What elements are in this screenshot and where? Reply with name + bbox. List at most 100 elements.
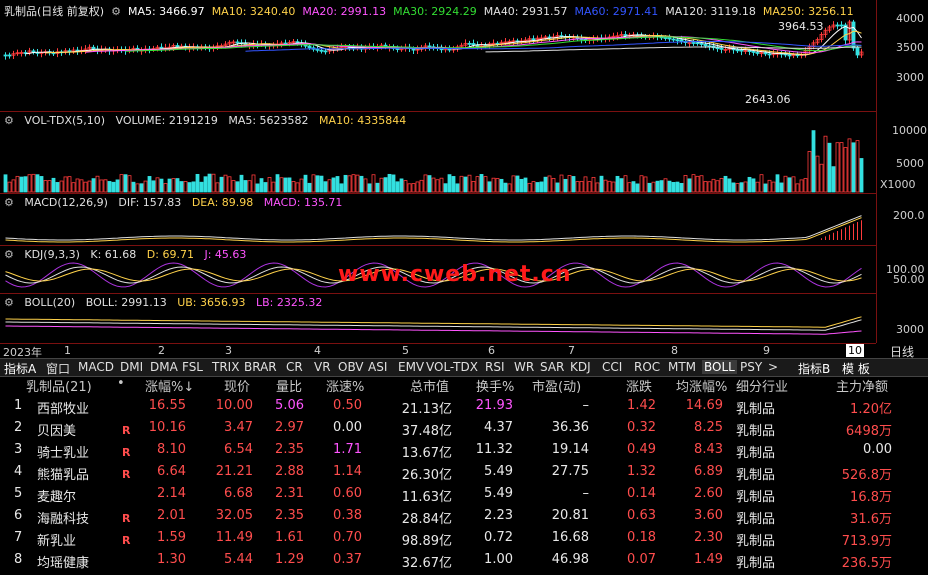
col-header-change[interactable]: 涨幅%↓ bbox=[145, 376, 194, 395]
vol-ma5: MA5: 5623582 bbox=[228, 114, 309, 127]
table-row[interactable]: 3 骑士乳业 R 8.10 6.54 2.35 1.71 13.67亿 11.32 19.14 0.… bbox=[0, 442, 928, 464]
volume-bar bbox=[519, 178, 524, 193]
tab-item[interactable]: DMI bbox=[120, 360, 143, 374]
tab-item[interactable]: PSY bbox=[740, 360, 762, 374]
table-row[interactable]: 6 海融科技 R 2.01 32.05 2.35 0.38 28.84亿 2.23 20.81 0.… bbox=[0, 508, 928, 530]
vol-value: VOLUME: 2191219 bbox=[115, 114, 218, 127]
tab-item[interactable]: BOLL bbox=[702, 360, 737, 374]
cell-flag: R bbox=[122, 446, 131, 459]
col-header-volratio[interactable]: 量比 bbox=[276, 376, 302, 395]
tab-item[interactable]: KDJ bbox=[570, 360, 591, 374]
cell-name: 均瑶健康 bbox=[37, 556, 90, 571]
settings-icon[interactable]: ⚙ bbox=[4, 114, 14, 127]
volume-bar bbox=[703, 181, 708, 193]
volume-bar bbox=[175, 178, 180, 193]
volume-bar bbox=[855, 140, 860, 193]
volume-bar bbox=[615, 175, 620, 193]
table-row[interactable]: 2 贝因美 R 10.16 3.47 2.97 0.00 37.48亿 4.37 36.36 0.3… bbox=[0, 420, 928, 442]
volume-bar bbox=[599, 175, 604, 193]
cell-ind: 乳制品 bbox=[736, 556, 776, 571]
cell-avg: 14.69 bbox=[685, 398, 723, 413]
col-header-netflow[interactable]: 主力净额 bbox=[836, 376, 888, 395]
cell-name: 西部牧业 bbox=[37, 402, 90, 417]
tab-item[interactable]: FSL bbox=[182, 360, 203, 374]
settings-icon[interactable]: ⚙ bbox=[111, 5, 121, 18]
volume-bar bbox=[827, 142, 832, 193]
boll-ub: UB: 3656.93 bbox=[177, 296, 246, 309]
volume-bar bbox=[399, 178, 404, 193]
volume-bar bbox=[575, 181, 580, 193]
col-header-pe[interactable]: 市盈(动) bbox=[532, 376, 581, 395]
tab-item[interactable]: CR bbox=[286, 360, 303, 374]
tab-item[interactable]: MACD bbox=[78, 360, 114, 374]
candle bbox=[691, 42, 696, 44]
col-header-cap[interactable]: 总市值 bbox=[410, 376, 449, 395]
table-row[interactable]: 5 麦趣尔 2.14 6.68 2.31 0.60 11.63亿 5.49 – 0.14 2.60 乳… bbox=[0, 486, 928, 508]
cell-ind: 乳制品 bbox=[736, 402, 776, 417]
volume-bar bbox=[351, 174, 356, 193]
table-row[interactable]: 7 新乳业 R 1.59 11.49 1.61 0.70 98.89亿 0.72 16.68 0.1… bbox=[0, 530, 928, 552]
col-header-diff[interactable]: 涨跌 bbox=[626, 376, 652, 395]
tab-item[interactable]: ASI bbox=[368, 360, 387, 374]
cell-chg: 1.30 bbox=[157, 552, 186, 567]
cell-net: 713.9万 bbox=[841, 534, 892, 549]
volume-bar bbox=[435, 179, 440, 193]
tab-item[interactable]: DMA bbox=[150, 360, 178, 374]
col-header-avg[interactable]: 均涨幅% bbox=[676, 376, 727, 395]
volume-bar bbox=[259, 178, 264, 193]
tab-item[interactable]: VOL-TDX bbox=[426, 360, 478, 374]
volume-bar bbox=[723, 175, 728, 193]
volume-bar bbox=[651, 181, 656, 193]
tab-item[interactable]: 指标A bbox=[4, 360, 36, 377]
tab-item[interactable]: RSI bbox=[485, 360, 505, 374]
settings-icon[interactable]: ⚙ bbox=[4, 196, 14, 209]
col-header-name[interactable]: 乳制品(21) bbox=[26, 376, 92, 395]
settings-icon[interactable]: ⚙ bbox=[4, 296, 14, 309]
tab-item[interactable]: CCI bbox=[602, 360, 622, 374]
volume-bar bbox=[823, 135, 828, 193]
volume-bar bbox=[131, 181, 136, 193]
tab-item[interactable]: OBV bbox=[338, 360, 364, 374]
tab-item[interactable]: ROC bbox=[634, 360, 660, 374]
candle bbox=[739, 49, 744, 52]
tab-item[interactable]: WR bbox=[514, 360, 534, 374]
tab-item[interactable]: SAR bbox=[540, 360, 564, 374]
cell-chg: 10.16 bbox=[148, 420, 186, 435]
volume-bar bbox=[99, 179, 104, 193]
volume-bar bbox=[795, 183, 800, 193]
cell-vr: 1.29 bbox=[275, 552, 304, 567]
volume-bar bbox=[547, 175, 552, 193]
tab-item[interactable]: BRAR bbox=[244, 360, 277, 374]
tab-item[interactable]: MTM bbox=[668, 360, 696, 374]
cell-price: 11.49 bbox=[215, 530, 253, 545]
settings-icon[interactable]: ⚙ bbox=[4, 248, 14, 261]
col-header-speed[interactable]: 涨速% bbox=[326, 376, 364, 395]
tab-item[interactable]: > bbox=[768, 360, 778, 374]
col-header-price[interactable]: 现价 bbox=[224, 376, 250, 395]
tab-item[interactable]: VR bbox=[314, 360, 331, 374]
volume-bar bbox=[335, 176, 340, 193]
col-header-industry[interactable]: 细分行业 bbox=[736, 376, 788, 395]
low-label: 2643.06 bbox=[745, 93, 791, 106]
col-header-turnover[interactable]: 换手% bbox=[476, 376, 514, 395]
y-tick: 3000 bbox=[896, 323, 924, 336]
tab-item[interactable]: 模 板 bbox=[842, 360, 870, 377]
y-tick: 50.00 bbox=[893, 273, 925, 286]
volume-bar bbox=[555, 182, 560, 193]
table-row[interactable]: 4 熊猫乳品 R 6.64 21.21 2.88 1.14 26.30亿 5.49 27.75 1.… bbox=[0, 464, 928, 486]
col-header-dot: • bbox=[117, 376, 125, 391]
volume-bar bbox=[623, 175, 628, 193]
tab-item[interactable]: TRIX bbox=[212, 360, 239, 374]
tab-item[interactable]: 指标B bbox=[798, 360, 830, 377]
cell-diff: 0.63 bbox=[627, 508, 656, 523]
table-row[interactable]: 8 均瑶健康 1.30 5.44 1.29 0.37 32.67亿 1.00 46.98 0.07… bbox=[0, 552, 928, 574]
volume-bar bbox=[451, 176, 456, 193]
volume-bar bbox=[479, 174, 484, 193]
tab-item[interactable]: EMV bbox=[398, 360, 424, 374]
volume-bar bbox=[3, 174, 8, 193]
tab-item[interactable]: 窗口 bbox=[46, 360, 70, 377]
cell-cap: 37.48亿 bbox=[401, 424, 452, 439]
table-row[interactable]: 1 西部牧业 16.55 10.00 5.06 0.50 21.13亿 21.93 – 1.42 1… bbox=[0, 398, 928, 420]
month-label: 9 bbox=[763, 344, 770, 357]
candle bbox=[747, 50, 752, 52]
